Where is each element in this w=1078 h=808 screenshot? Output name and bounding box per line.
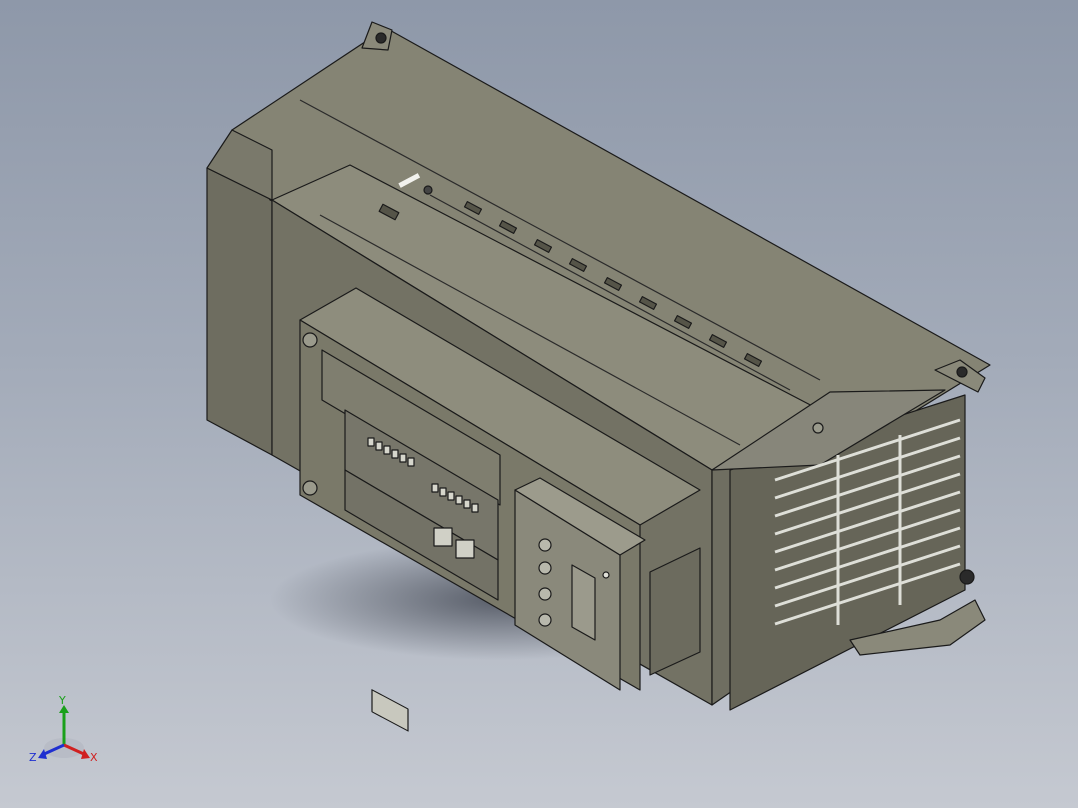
rear-left-face [206, 167, 273, 456]
mount-hole-top [375, 32, 387, 44]
z-axis-label: Z [29, 751, 37, 764]
knob-4 [538, 613, 552, 627]
axis-triad: Y X Z [28, 693, 104, 769]
knob-1 [538, 538, 552, 552]
rj45-port-1 [433, 527, 453, 547]
cad-graphics-viewport[interactable]: Y X Z [0, 0, 1078, 808]
mount-hole-bottom [959, 569, 975, 585]
x-axis-label: X [90, 751, 98, 764]
dsub-connector [371, 689, 409, 732]
status-led [602, 571, 610, 579]
knob-2 [538, 561, 552, 575]
module-screw-tl [302, 332, 318, 348]
mount-hole-right [956, 366, 968, 378]
module-screw-bl [302, 480, 318, 496]
display-window [571, 564, 596, 641]
knob-3 [538, 587, 552, 601]
rj45-port-2 [455, 539, 475, 559]
fan-grille-screw [812, 422, 824, 434]
3d-model-view[interactable] [0, 0, 1078, 808]
y-axis-label: Y [59, 694, 66, 707]
top-screw [423, 185, 433, 195]
